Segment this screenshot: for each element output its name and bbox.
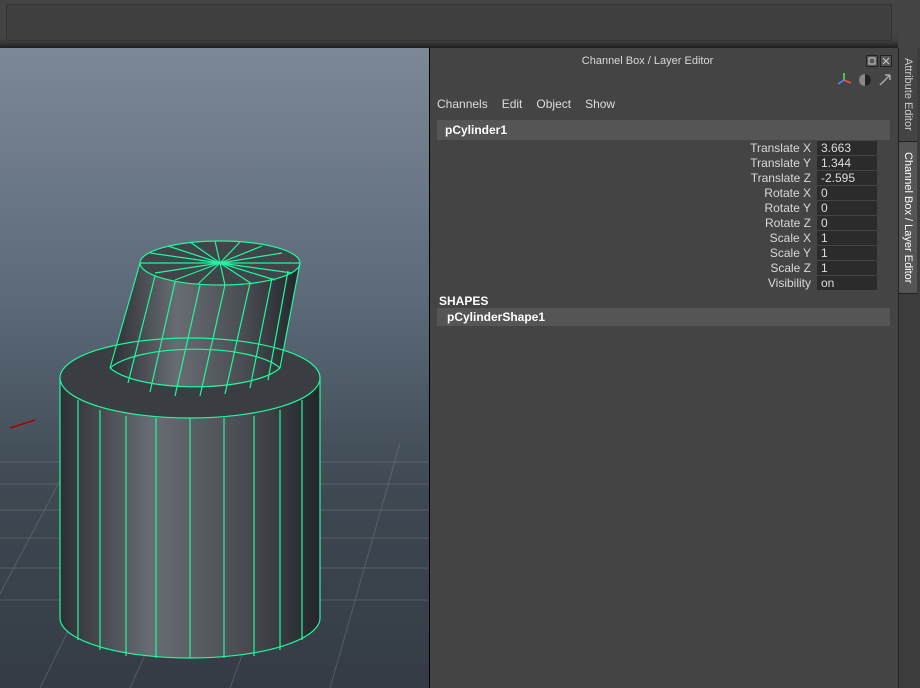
channel-row: Translate Y 1.344: [437, 155, 890, 170]
shape-node-name: pCylinderShape1: [447, 310, 545, 324]
channel-value-input[interactable]: 0: [817, 216, 877, 230]
channel-row: Scale Y 1: [437, 245, 890, 260]
channel-label[interactable]: Scale Y: [437, 246, 817, 260]
channel-value-input[interactable]: 0: [817, 186, 877, 200]
cylinder-mesh: [60, 241, 320, 658]
node-name: pCylinder1: [445, 123, 507, 137]
panel-title: Channel Box / Layer Editor: [582, 55, 713, 67]
shapes-header: SHAPES: [437, 294, 890, 308]
menu-object[interactable]: Object: [536, 97, 571, 111]
vtab-channel-box[interactable]: Channel Box / Layer Editor: [899, 142, 917, 294]
viewport-3d[interactable]: [0, 48, 430, 688]
menu-edit[interactable]: Edit: [502, 97, 523, 111]
panel-close-icon[interactable]: [880, 55, 892, 67]
channel-row: Translate Z -2.595: [437, 170, 890, 185]
half-moon-icon[interactable]: [858, 73, 872, 87]
channel-label[interactable]: Scale X: [437, 231, 817, 245]
channel-value-input[interactable]: 3.663: [817, 141, 877, 155]
channel-value-input[interactable]: 0: [817, 201, 877, 215]
channel-label[interactable]: Rotate X: [437, 186, 817, 200]
channel-row: Scale Z 1: [437, 260, 890, 275]
arrow-icon[interactable]: [878, 73, 892, 87]
viewport-scene: [0, 48, 430, 688]
menu-channels[interactable]: Channels: [437, 97, 488, 111]
channel-box-panel: Channel Box / Layer Editor Channels: [431, 48, 898, 688]
channel-value-input[interactable]: on: [817, 276, 877, 290]
app-root: Channel Box / Layer Editor Channels: [0, 0, 920, 688]
channel-value-input[interactable]: 1: [817, 261, 877, 275]
shape-node-row[interactable]: pCylinderShape1: [437, 308, 890, 326]
channel-row: Visibility on: [437, 275, 890, 290]
app-toolbar: [0, 0, 898, 48]
channel-value-input[interactable]: 1: [817, 246, 877, 260]
channel-label[interactable]: Translate Y: [437, 156, 817, 170]
channel-value-input[interactable]: 1.344: [817, 156, 877, 170]
channel-row: Rotate Z 0: [437, 215, 890, 230]
vtab-attribute-editor[interactable]: Attribute Editor: [899, 48, 917, 142]
node-name-row[interactable]: pCylinder1: [437, 120, 890, 140]
channel-row: Rotate Y 0: [437, 200, 890, 215]
channel-row: Rotate X 0: [437, 185, 890, 200]
channels-list: Translate X 3.663 Translate Y 1.344 Tran…: [437, 140, 890, 326]
channel-label[interactable]: Visibility: [437, 276, 817, 290]
channel-value-input[interactable]: -2.595: [817, 171, 877, 185]
channel-row: Translate X 3.663: [437, 140, 890, 155]
channel-label[interactable]: Scale Z: [437, 261, 817, 275]
panel-dock-icon[interactable]: [866, 55, 878, 67]
channel-label[interactable]: Translate X: [437, 141, 817, 155]
menu-show[interactable]: Show: [585, 97, 615, 111]
channel-row: Scale X 1: [437, 230, 890, 245]
channel-label[interactable]: Translate Z: [437, 171, 817, 185]
right-vertical-tabs: Attribute Editor Channel Box / Layer Edi…: [898, 48, 920, 688]
channel-label[interactable]: Rotate Y: [437, 201, 817, 215]
channel-label[interactable]: Rotate Z: [437, 216, 817, 230]
axis-gizmo: [10, 420, 35, 428]
channel-box-menubar: Channels Edit Object Show: [437, 97, 615, 111]
panel-titlebar: Channel Box / Layer Editor: [431, 53, 896, 69]
axis-indicator-icon[interactable]: [836, 72, 852, 88]
channel-value-input[interactable]: 1: [817, 231, 877, 245]
view-gizmo-icons: [836, 72, 892, 88]
toolbar-inset: [6, 4, 892, 41]
